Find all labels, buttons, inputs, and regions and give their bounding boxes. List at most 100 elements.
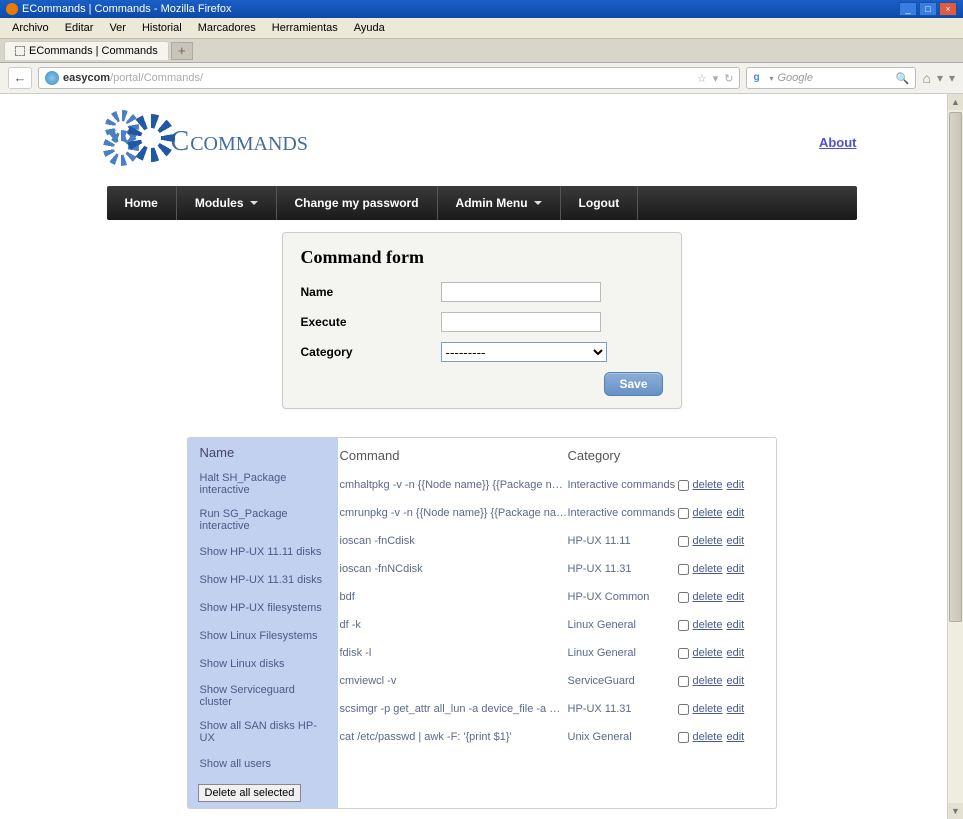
- row-checkbox[interactable]: [678, 704, 689, 715]
- table-row-name[interactable]: Show Linux disks: [188, 650, 338, 678]
- table-row-name[interactable]: Show Serviceguard cluster: [188, 678, 338, 714]
- downloads-icon[interactable]: ▾: [937, 71, 943, 85]
- nav-admin-menu[interactable]: Admin Menu: [438, 186, 561, 220]
- gears-icon: e: [107, 112, 167, 172]
- back-button[interactable]: ←: [8, 67, 32, 89]
- form-title: Command form: [301, 247, 663, 268]
- row-checkbox[interactable]: [678, 508, 689, 519]
- edit-link[interactable]: edit: [726, 507, 744, 519]
- globe-icon: [45, 71, 59, 85]
- delete-link[interactable]: delete: [693, 647, 723, 659]
- col-header-category: Category: [568, 448, 678, 463]
- table-row-name[interactable]: Show Linux Filesystems: [188, 622, 338, 650]
- command-form: Command form Name Execute Category -----…: [282, 232, 682, 409]
- execute-input[interactable]: [441, 312, 601, 332]
- category-select[interactable]: ---------: [441, 342, 607, 362]
- menu-historial[interactable]: Historial: [136, 20, 188, 36]
- edit-link[interactable]: edit: [726, 535, 744, 547]
- table-row-name[interactable]: Show HP-UX filesystems: [188, 594, 338, 622]
- nav-modules[interactable]: Modules: [177, 186, 277, 220]
- url-bar[interactable]: easycom/portal/Commands/ ☆ ▾ ↻: [38, 67, 740, 89]
- firefox-icon: [6, 3, 18, 15]
- delete-link[interactable]: delete: [693, 479, 723, 491]
- nav-change-password[interactable]: Change my password: [277, 186, 438, 220]
- table-row-name[interactable]: Show HP-UX 11.31 disks: [188, 566, 338, 594]
- table-row-name[interactable]: Show HP-UX 11.11 disks: [188, 538, 338, 566]
- window-title: ECommands | Commands - Mozilla Firefox: [22, 3, 231, 15]
- delete-link[interactable]: delete: [693, 563, 723, 575]
- edit-link[interactable]: edit: [726, 647, 744, 659]
- cell-category: HP-UX 11.11: [568, 535, 678, 547]
- browser-menubar: Archivo Editar Ver Historial Marcadores …: [0, 18, 963, 39]
- bookmark-icon[interactable]: ☆: [697, 72, 707, 85]
- site-logo[interactable]: e CCommands: [107, 112, 309, 172]
- row-checkbox[interactable]: [678, 536, 689, 547]
- row-checkbox[interactable]: [678, 620, 689, 631]
- row-checkbox[interactable]: [678, 732, 689, 743]
- table-row-name[interactable]: Show all users: [188, 750, 338, 778]
- row-checkbox[interactable]: [678, 480, 689, 491]
- table-row: cmrunpkg -v -n {{Node name}} {{Package n…: [338, 499, 776, 527]
- cell-category: Interactive commands: [568, 507, 678, 519]
- cell-category: Interactive commands: [568, 479, 678, 491]
- edit-link[interactable]: edit: [726, 619, 744, 631]
- scroll-thumb[interactable]: [949, 112, 962, 622]
- delete-link[interactable]: delete: [693, 535, 723, 547]
- delete-link[interactable]: delete: [693, 591, 723, 603]
- row-checkbox[interactable]: [678, 648, 689, 659]
- edit-link[interactable]: edit: [726, 479, 744, 491]
- reload-icon[interactable]: ↻: [724, 72, 733, 85]
- delete-link[interactable]: delete: [693, 507, 723, 519]
- row-checkbox[interactable]: [678, 676, 689, 687]
- scroll-down-icon[interactable]: ▼: [948, 803, 963, 819]
- tab-title: ECommands | Commands: [29, 45, 158, 57]
- chevron-down-icon: [250, 201, 258, 205]
- minimize-button[interactable]: _: [899, 2, 917, 16]
- delete-link[interactable]: delete: [693, 675, 723, 687]
- about-link[interactable]: About: [819, 135, 857, 150]
- nav-home[interactable]: Home: [107, 186, 177, 220]
- menu-ayuda[interactable]: Ayuda: [348, 20, 391, 36]
- edit-link[interactable]: edit: [726, 675, 744, 687]
- cell-command: cat /etc/passwd | awk -F: '{print $1}': [338, 731, 568, 743]
- delete-link[interactable]: delete: [693, 619, 723, 631]
- name-input[interactable]: [441, 282, 601, 302]
- dropdown-icon[interactable]: ▾: [713, 72, 719, 85]
- home-icon[interactable]: ⌂: [922, 70, 930, 86]
- delete-all-selected-button[interactable]: Delete all selected: [198, 784, 302, 802]
- commands-table: Name Halt SH_Package interactiveRun SG_P…: [187, 437, 777, 809]
- search-bar[interactable]: g ▾ Google 🔍: [746, 67, 916, 89]
- row-checkbox[interactable]: [678, 592, 689, 603]
- close-button[interactable]: ×: [939, 2, 957, 16]
- table-row-name[interactable]: Halt SH_Package interactive: [188, 466, 338, 502]
- cell-category: HP-UX 11.31: [568, 563, 678, 575]
- menu-ver[interactable]: Ver: [103, 20, 132, 36]
- menu-marcadores[interactable]: Marcadores: [192, 20, 262, 36]
- edit-link[interactable]: edit: [726, 703, 744, 715]
- more-icon[interactable]: ▾: [949, 71, 955, 85]
- url-text: easycom/portal/Commands/: [63, 72, 697, 84]
- scrollbar[interactable]: ▲ ▼: [947, 94, 963, 819]
- cell-category: Unix General: [568, 731, 678, 743]
- delete-link[interactable]: delete: [693, 703, 723, 715]
- save-button[interactable]: Save: [604, 372, 662, 396]
- table-row-name[interactable]: Show all SAN disks HP-UX: [188, 714, 338, 750]
- edit-link[interactable]: edit: [726, 563, 744, 575]
- browser-tab[interactable]: ECommands | Commands: [4, 41, 169, 60]
- google-icon: g: [753, 72, 765, 84]
- table-row: cmhaltpkg -v -n {{Node name}} {{Package …: [338, 471, 776, 499]
- nav-logout[interactable]: Logout: [561, 186, 639, 220]
- new-tab-button[interactable]: +: [171, 42, 193, 60]
- menu-editar[interactable]: Editar: [59, 20, 100, 36]
- delete-link[interactable]: delete: [693, 731, 723, 743]
- edit-link[interactable]: edit: [726, 591, 744, 603]
- menu-archivo[interactable]: Archivo: [6, 20, 55, 36]
- menu-herramientas[interactable]: Herramientas: [266, 20, 344, 36]
- search-icon[interactable]: 🔍: [896, 72, 910, 85]
- row-checkbox[interactable]: [678, 564, 689, 575]
- scroll-up-icon[interactable]: ▲: [948, 94, 963, 110]
- table-row-name[interactable]: Run SG_Package interactive: [188, 502, 338, 538]
- maximize-button[interactable]: □: [919, 2, 937, 16]
- edit-link[interactable]: edit: [726, 731, 744, 743]
- cell-category: HP-UX 11.31: [568, 703, 678, 715]
